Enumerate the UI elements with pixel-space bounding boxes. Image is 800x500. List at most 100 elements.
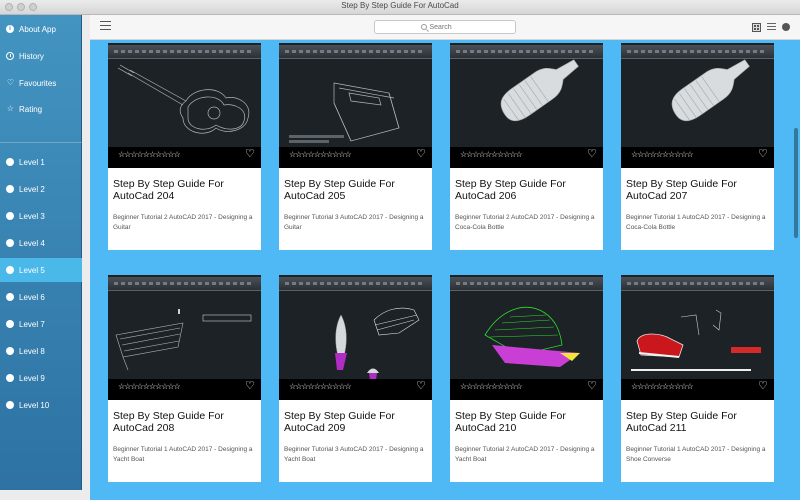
star-rating-icon[interactable]: ☆☆☆☆☆☆☆☆☆☆ — [118, 150, 181, 159]
card-title: Step By Step Guide For AutoCad 209 — [284, 410, 395, 434]
sidebar-item-history[interactable]: History — [0, 44, 82, 68]
level-dot-icon — [6, 212, 14, 220]
sidebar-item-level-5[interactable]: Level 5 — [0, 258, 82, 282]
sidebar-divider — [0, 142, 82, 143]
tutorial-thumbnail: ☆☆☆☆☆☆☆☆☆☆ ♡ — [108, 275, 261, 400]
tutorial-card[interactable]: ☆☆☆☆☆☆☆☆☆☆ ♡ Step By Step Guide For AutoCa… — [108, 275, 261, 482]
star-rating-icon[interactable]: ☆☆☆☆☆☆☆☆☆☆ — [289, 382, 352, 391]
toolbar — [90, 15, 800, 40]
sidebar-item-level-3[interactable]: Level 3 — [0, 204, 82, 228]
tutorial-card[interactable]: ☆☆☆☆☆☆☆☆☆☆ ♡ Step By Step Guide For AutoCa… — [450, 275, 603, 482]
level-dot-icon — [6, 158, 14, 166]
sidebar-item-label: History — [19, 51, 44, 61]
sidebar-item-level-10[interactable]: Level 10 — [0, 393, 82, 417]
favourite-heart-icon[interactable]: ♡ — [245, 147, 255, 160]
level-dot-icon — [6, 374, 14, 382]
tutorial-thumbnail: ☆☆☆☆☆☆☆☆☆☆ ♡ — [450, 43, 603, 168]
tutorial-thumbnail: ☆☆☆☆☆☆☆☆☆☆ ♡ — [621, 275, 774, 400]
tutorial-grid: ☆☆☆☆☆☆☆☆☆☆ ♡ Step By Step Guide For AutoCa… — [90, 40, 800, 500]
heart-icon: ♡ — [6, 78, 15, 87]
sidebar-item-label: Level 8 — [19, 346, 45, 356]
sidebar-item-favourites[interactable]: ♡ Favourites — [0, 71, 82, 95]
info-icon: i — [6, 25, 14, 33]
clock-icon — [6, 52, 14, 60]
star-rating-icon[interactable]: ☆☆☆☆☆☆☆☆☆☆ — [118, 382, 181, 391]
favourite-heart-icon[interactable]: ♡ — [758, 379, 768, 392]
star-icon: ☆ — [6, 104, 15, 113]
sidebar-item-label: Level 1 — [19, 157, 45, 167]
search-icon — [420, 24, 427, 30]
tutorial-thumbnail: ☆☆☆☆☆☆☆☆☆☆ ♡ — [621, 43, 774, 168]
scrollbar[interactable] — [792, 40, 800, 500]
card-description: Beginner Tutorial 1 AutoCAD 2017 - Desig… — [113, 446, 253, 463]
sidebar-item-level-7[interactable]: Level 7 — [0, 312, 82, 336]
sidebar-item-label: Favourites — [19, 78, 57, 88]
favourite-heart-icon[interactable]: ♡ — [416, 147, 426, 160]
list-view-icon[interactable] — [767, 23, 776, 32]
card-title: Step By Step Guide For AutoCad 208 — [113, 410, 224, 434]
level-dot-icon — [6, 401, 14, 409]
sidebar-item-label: Level 7 — [19, 319, 45, 329]
card-description: Beginner Tutorial 2 AutoCAD 2017 - Desig… — [455, 214, 595, 231]
sidebar-item-label: Level 6 — [19, 292, 45, 302]
level-dot-icon — [6, 320, 14, 328]
star-rating-icon[interactable]: ☆☆☆☆☆☆☆☆☆☆ — [460, 382, 523, 391]
tutorial-thumbnail: ☆☆☆☆☆☆☆☆☆☆ ♡ — [108, 43, 261, 168]
sidebar-item-label: Level 9 — [19, 373, 45, 383]
card-description: Beginner Tutorial 1 AutoCAD 2017 - Desig… — [626, 446, 766, 463]
search-field[interactable] — [374, 20, 516, 34]
favourite-heart-icon[interactable]: ♡ — [245, 379, 255, 392]
tutorial-thumbnail: ☆☆☆☆☆☆☆☆☆☆ ♡ — [279, 275, 432, 400]
sidebar-item-about-app[interactable]: i About App — [0, 17, 82, 41]
hamburger-menu-icon[interactable] — [100, 21, 111, 31]
favourite-heart-icon[interactable]: ♡ — [758, 147, 768, 160]
card-description: Beginner Tutorial 2 AutoCAD 2017 - Desig… — [455, 446, 595, 463]
tutorial-card[interactable]: ☆☆☆☆☆☆☆☆☆☆ ♡ Step By Step Guide For AutoCa… — [621, 275, 774, 482]
tutorial-card[interactable]: ☆☆☆☆☆☆☆☆☆☆ ♡ Step By Step Guide For AutoCa… — [621, 43, 774, 250]
tutorial-card[interactable]: ☆☆☆☆☆☆☆☆☆☆ ♡ Step By Step Guide For AutoCa… — [279, 275, 432, 482]
card-title: Step By Step Guide For AutoCad 207 — [626, 178, 737, 202]
scroll-thumb[interactable] — [794, 128, 798, 238]
star-rating-icon[interactable]: ☆☆☆☆☆☆☆☆☆☆ — [631, 382, 694, 391]
sidebar-item-level-2[interactable]: Level 2 — [0, 177, 82, 201]
window-titlebar: Step By Step Guide For AutoCad — [0, 0, 800, 15]
card-title: Step By Step Guide For AutoCad 211 — [626, 410, 737, 434]
star-rating-icon[interactable]: ☆☆☆☆☆☆☆☆☆☆ — [631, 150, 694, 159]
sidebar-item-rating[interactable]: ☆ Rating — [0, 97, 82, 121]
favourite-heart-icon[interactable]: ♡ — [416, 379, 426, 392]
tutorial-card[interactable]: ☆☆☆☆☆☆☆☆☆☆ ♡ Step By Step Guide For AutoCa… — [279, 43, 432, 250]
tutorial-card[interactable]: ☆☆☆☆☆☆☆☆☆☆ ♡ Step By Step Guide For AutoCa… — [450, 43, 603, 250]
card-description: Beginner Tutorial 3 AutoCAD 2017 - Desig… — [284, 446, 424, 463]
sidebar-item-label: Rating — [19, 104, 43, 114]
level-dot-icon — [6, 239, 14, 247]
card-title: Step By Step Guide For AutoCad 205 — [284, 178, 395, 202]
sidebar-item-level-9[interactable]: Level 9 — [0, 366, 82, 390]
tutorial-thumbnail: ☆☆☆☆☆☆☆☆☆☆ ♡ — [279, 43, 432, 168]
info-button-icon[interactable] — [782, 23, 790, 31]
star-rating-icon[interactable]: ☆☆☆☆☆☆☆☆☆☆ — [289, 150, 352, 159]
sidebar-item-label: Level 4 — [19, 238, 45, 248]
card-description: Beginner Tutorial 1 AutoCAD 2017 - Desig… — [626, 214, 766, 231]
sidebar-item-level-6[interactable]: Level 6 — [0, 285, 82, 309]
sidebar-item-label: Level 3 — [19, 211, 45, 221]
level-dot-icon — [6, 185, 14, 193]
search-input[interactable] — [429, 23, 470, 31]
sidebar-item-level-4[interactable]: Level 4 — [0, 231, 82, 255]
sidebar-item-label: Level 10 — [19, 400, 50, 410]
sidebar-item-label: Level 2 — [19, 184, 45, 194]
favourite-heart-icon[interactable]: ♡ — [587, 147, 597, 160]
window-title: Step By Step Guide For AutoCad — [341, 1, 459, 10]
sidebar-item-level-8[interactable]: Level 8 — [0, 339, 82, 363]
card-title: Step By Step Guide For AutoCad 206 — [455, 178, 566, 202]
grid-view-icon[interactable] — [752, 23, 761, 32]
sidebar-item-level-1[interactable]: Level 1 — [0, 150, 82, 174]
star-rating-icon[interactable]: ☆☆☆☆☆☆☆☆☆☆ — [460, 150, 523, 159]
level-dot-icon — [6, 266, 14, 274]
sidebar-item-label: Level 5 — [19, 265, 45, 275]
card-title: Step By Step Guide For AutoCad 204 — [113, 178, 224, 202]
card-title: Step By Step Guide For AutoCad 210 — [455, 410, 566, 434]
favourite-heart-icon[interactable]: ♡ — [587, 379, 597, 392]
level-dot-icon — [6, 347, 14, 355]
level-dot-icon — [6, 293, 14, 301]
tutorial-card[interactable]: ☆☆☆☆☆☆☆☆☆☆ ♡ Step By Step Guide For AutoCa… — [108, 43, 261, 250]
